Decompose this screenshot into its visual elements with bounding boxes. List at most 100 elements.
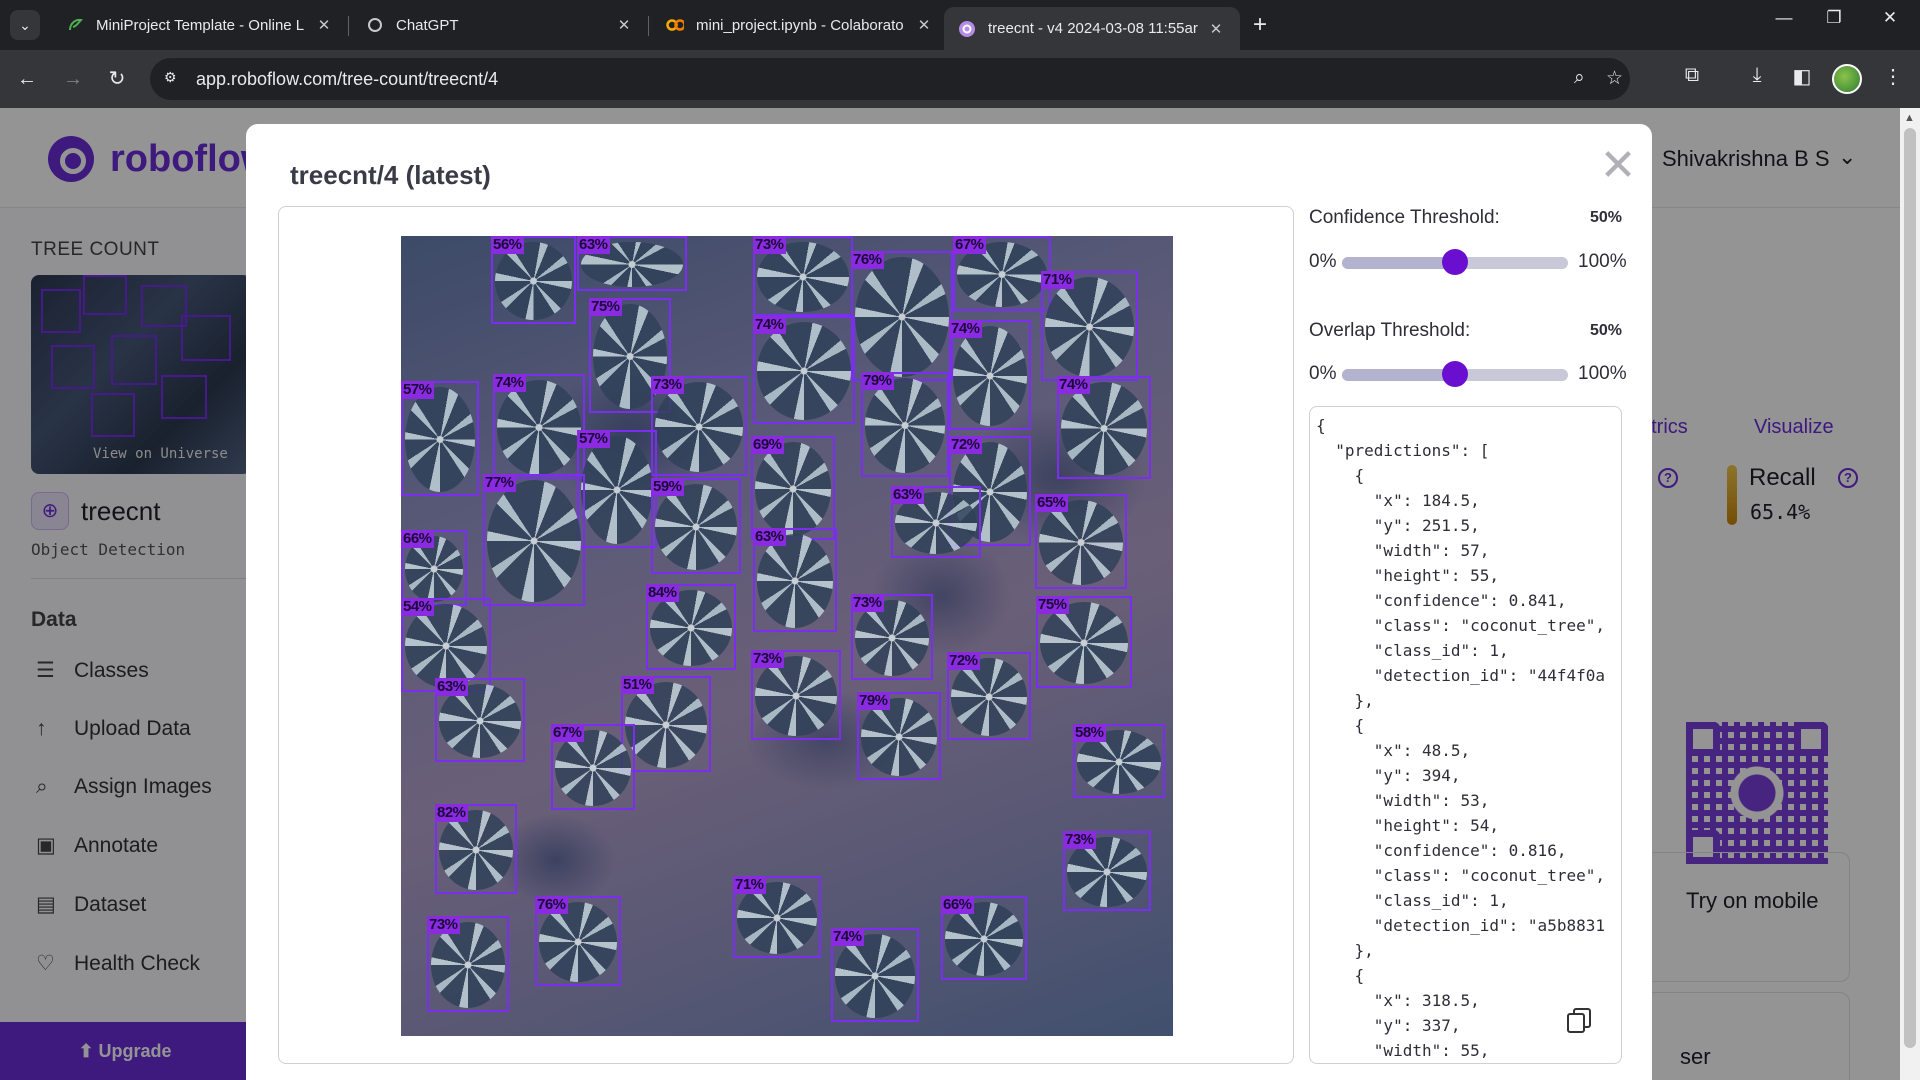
detection-box: 73% [427, 916, 509, 1012]
overlap-max: 100% [1578, 363, 1627, 384]
detection-box: 71% [733, 876, 821, 958]
detection-confidence-label: 73% [1063, 831, 1096, 849]
roboflow-icon [958, 20, 976, 38]
detection-box: 66% [941, 896, 1027, 980]
copy-icon[interactable] [1567, 1008, 1591, 1033]
close-tab-icon[interactable]: ✕ [914, 16, 934, 34]
detection-confidence-label: 73% [751, 650, 784, 668]
overlap-slider[interactable] [1342, 361, 1568, 387]
overlap-slider-handle[interactable] [1442, 361, 1468, 387]
overlap-value: 50% [1590, 322, 1623, 339]
detection-confidence-label: 58% [1073, 724, 1106, 742]
detection-box: 73% [1063, 831, 1151, 911]
confidence-slider-handle[interactable] [1442, 249, 1468, 275]
overlap-label: Overlap Threshold: [1309, 320, 1471, 341]
omnibox[interactable]: ⚙ app.roboflow.com/tree-count/treecnt/4 … [150, 58, 1630, 100]
detection-box: 67% [953, 236, 1051, 311]
detection-confidence-label: 51% [621, 676, 654, 694]
close-tab-icon[interactable]: ✕ [314, 16, 334, 34]
detection-confidence-label: 67% [551, 724, 584, 742]
minimize-icon[interactable]: — [1764, 8, 1804, 28]
detection-confidence-label: 77% [483, 474, 516, 492]
close-tab-icon[interactable]: ✕ [1206, 20, 1226, 38]
colab-icon [666, 16, 684, 34]
address-bar: ← → ↻ ⚙ app.roboflow.com/tree-count/tree… [0, 50, 1920, 108]
tab-title: MiniProject Template - Online L [96, 16, 305, 34]
close-window-icon[interactable]: ✕ [1870, 8, 1910, 28]
detection-image: 56% 63% 73% 76% 67% 71% 75% 74% 74% 57% 74% 73% 79% 7… [401, 236, 1173, 1036]
tab-title: treecnt - v4 2024-03-08 11:55ar [988, 20, 1198, 37]
detection-confidence-label: 63% [577, 236, 610, 254]
detection-box: 67% [551, 724, 635, 810]
tab-overleaf[interactable]: MiniProject Template - Online L ✕ [52, 7, 348, 43]
detection-box: 74% [753, 316, 855, 424]
detection-confidence-label: 74% [949, 320, 982, 338]
detection-confidence-label: 76% [535, 896, 568, 914]
detection-box: 84% [646, 584, 736, 670]
site-info-icon[interactable]: ⚙ [164, 69, 184, 89]
zoom-icon[interactable]: ⌕ [1574, 67, 1585, 89]
detection-box: 76% [851, 251, 953, 381]
scroll-up-icon[interactable]: ▲ [1904, 112, 1915, 124]
forward-icon[interactable]: → [58, 64, 88, 94]
confidence-value: 50% [1590, 209, 1623, 226]
confidence-slider[interactable] [1342, 249, 1568, 275]
scrollbar[interactable]: ▲ [1900, 108, 1920, 1080]
detection-box: 74% [949, 320, 1031, 430]
restore-icon[interactable]: ❐ [1814, 8, 1854, 28]
tab-search-button[interactable]: ⌄ [10, 10, 40, 40]
detection-box: 71% [1041, 271, 1138, 381]
detection-box: 76% [535, 896, 621, 986]
detection-confidence-label: 74% [831, 928, 864, 946]
detection-box: 57% [401, 381, 479, 496]
scrollbar-thumb[interactable] [1904, 128, 1916, 1048]
detection-confidence-label: 71% [733, 876, 766, 894]
overlap-min: 0% [1309, 363, 1337, 384]
tab-colab[interactable]: mini_project.ipynb - Colaborato ✕ [652, 7, 948, 43]
detection-box: 73% [751, 650, 841, 740]
detection-confidence-label: 74% [493, 374, 526, 392]
new-tab-button[interactable]: + [1245, 10, 1275, 40]
detection-box: 56% [491, 236, 576, 324]
detection-box: 69% [751, 436, 835, 540]
tab-chatgpt[interactable]: ChatGPT ✕ [352, 7, 648, 43]
detection-box: 77% [483, 474, 585, 606]
detection-box: 72% [947, 652, 1031, 740]
detection-confidence-label: 65% [1035, 494, 1068, 512]
tab-roboflow[interactable]: treecnt - v4 2024-03-08 11:55ar ✕ [944, 7, 1240, 50]
close-icon[interactable]: ✕ [1598, 144, 1638, 188]
download-icon[interactable]: ⤓ [1742, 64, 1772, 87]
detection-box: 65% [1035, 494, 1127, 589]
detection-confidence-label: 66% [941, 896, 974, 914]
detection-confidence-label: 79% [857, 692, 890, 710]
detection-confidence-label: 59% [651, 478, 684, 496]
close-tab-icon[interactable]: ✕ [614, 16, 634, 34]
detection-confidence-label: 75% [1036, 596, 1069, 614]
tab-title: ChatGPT [396, 16, 459, 34]
detection-box: 75% [1036, 596, 1132, 688]
menu-icon[interactable]: ⋮ [1878, 64, 1908, 89]
tab-divider [648, 16, 649, 36]
detection-confidence-label: 66% [401, 530, 434, 548]
json-output[interactable]: { "predictions": [ { "x": 184.5, "y": 25… [1309, 406, 1622, 1064]
overleaf-icon [66, 16, 84, 34]
detection-confidence-label: 74% [1057, 376, 1090, 394]
detection-confidence-label: 73% [427, 916, 460, 934]
detection-box: 58% [1073, 724, 1165, 798]
back-icon[interactable]: ← [12, 64, 42, 94]
detection-confidence-label: 71% [1041, 271, 1074, 289]
bookmark-star-icon[interactable]: ☆ [1606, 67, 1623, 90]
detection-confidence-label: 63% [753, 528, 786, 546]
detection-confidence-label: 72% [949, 436, 982, 454]
side-panel-icon[interactable]: ◧ [1787, 64, 1817, 89]
detection-box: 63% [753, 528, 837, 632]
modal-title: treecnt/4 (latest) [290, 160, 491, 190]
confidence-max: 100% [1578, 251, 1627, 272]
url-text[interactable]: app.roboflow.com/tree-count/treecnt/4 [196, 69, 498, 90]
reload-icon[interactable]: ↻ [102, 64, 132, 94]
extensions-icon[interactable]: ⧉ [1677, 64, 1707, 87]
detection-confidence-label: 54% [401, 598, 434, 616]
json-text[interactable]: { "predictions": [ { "x": 184.5, "y": 25… [1316, 413, 1605, 1063]
detection-box: 73% [651, 376, 747, 476]
profile-avatar[interactable] [1832, 64, 1862, 94]
